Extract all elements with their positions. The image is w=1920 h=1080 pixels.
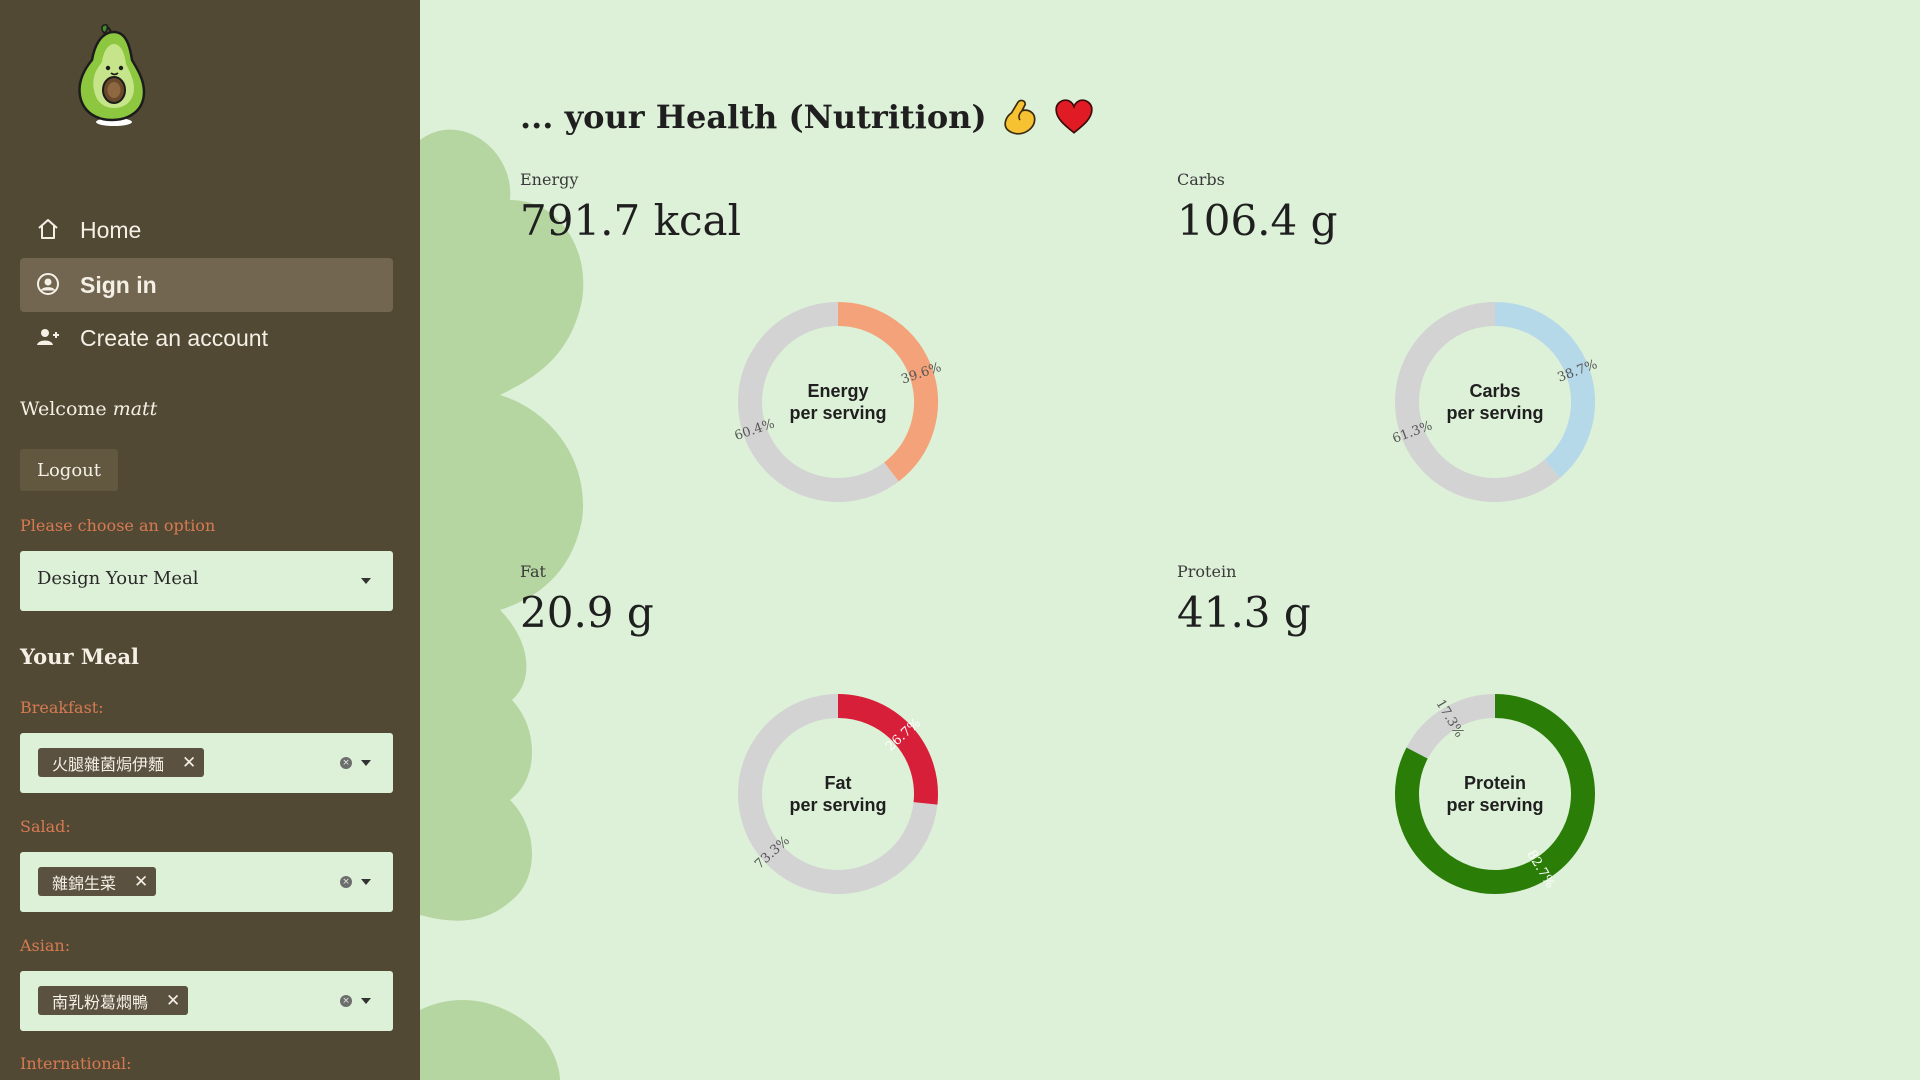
donut-center-title: Energy [807, 381, 869, 401]
donut-center-subtitle: per serving [1446, 403, 1544, 423]
remove-chip-icon[interactable]: ✕ [182, 753, 196, 773]
protein-donut-chart: 82.7% 17.3% Protein per serving [1390, 689, 1600, 899]
breakfast-multiselect[interactable]: 火腿雜菌焗伊麵 ✕ × [20, 733, 393, 793]
mode-select-value: Design Your Meal [37, 568, 199, 589]
donut-center-title: Protein [1463, 773, 1526, 793]
user-plus-icon [36, 325, 62, 351]
fat-value: 20.9 g [520, 588, 654, 637]
user-circle-icon [36, 272, 62, 298]
chevron-down-icon[interactable] [361, 760, 371, 766]
protein-value: 41.3 g [1177, 588, 1311, 637]
carbs-label: Carbs [1177, 170, 1225, 189]
donut-center-label: Energy per serving [733, 297, 943, 507]
chip-label: 雜錦生菜 [52, 873, 117, 893]
chevron-down-icon[interactable] [361, 578, 371, 584]
remove-chip-icon[interactable]: ✕ [166, 991, 180, 1011]
page-title-text: ... your Health (Nutrition) [520, 98, 987, 136]
clear-icon[interactable]: × [340, 995, 352, 1007]
home-icon [36, 217, 62, 243]
donut-center-title: Carbs [1469, 381, 1521, 401]
salad-multiselect[interactable]: 雜錦生菜 ✕ × [20, 852, 393, 912]
selected-item-chip: 火腿雜菌焗伊麵 ✕ [38, 748, 205, 777]
chip-label: 火腿雜菌焗伊麵 [52, 754, 165, 774]
donut-center-subtitle: per serving [1446, 795, 1544, 815]
sidebar-item-label: Create an account [80, 324, 268, 351]
sidebar-item-create-account[interactable]: Create an account [20, 311, 393, 365]
sidebar-item-label: Sign in [80, 271, 157, 298]
protein-label: Protein [1177, 562, 1237, 581]
energy-donut-chart: 39.6% 60.4% Energy per serving [733, 297, 943, 507]
flexed-biceps-icon [999, 96, 1041, 138]
username: matt [112, 398, 158, 420]
clear-icon[interactable]: × [340, 876, 352, 888]
fat-label: Fat [520, 562, 546, 581]
remove-chip-icon[interactable]: ✕ [134, 872, 148, 892]
welcome-message: Welcome matt [20, 398, 157, 420]
fat-donut-chart: 26.7% 73.3% Fat per serving [733, 689, 943, 899]
your-meal-heading: Your Meal [20, 644, 140, 669]
international-label: International: [20, 1054, 132, 1073]
mode-select[interactable]: Design Your Meal [20, 551, 393, 611]
sidebar: Home Sign in Create an account Welcome m… [0, 0, 420, 1080]
background-blob-decoration [420, 129, 584, 1080]
chip-label: 南乳粉葛燜鴨 [52, 992, 149, 1012]
carbs-donut-chart: 38.7% 61.3% Carbs per serving [1390, 297, 1600, 507]
selected-item-chip: 南乳粉葛燜鴨 ✕ [38, 986, 189, 1015]
donut-center-label: Fat per serving [733, 689, 943, 899]
donut-center-subtitle: per serving [789, 403, 887, 423]
donut-center-title: Fat [824, 773, 852, 793]
asian-label: Asian: [20, 936, 71, 955]
selected-item-chip: 雜錦生菜 ✕ [38, 867, 157, 896]
clear-icon[interactable]: × [340, 757, 352, 769]
chevron-down-icon[interactable] [361, 998, 371, 1004]
energy-label: Energy [520, 170, 579, 189]
logout-button[interactable]: Logout [20, 449, 118, 491]
chevron-down-icon[interactable] [361, 879, 371, 885]
red-heart-icon [1053, 96, 1095, 138]
sidebar-item-sign-in[interactable]: Sign in [20, 258, 393, 312]
donut-center-label: Protein per serving [1390, 689, 1600, 899]
asian-multiselect[interactable]: 南乳粉葛燜鴨 ✕ × [20, 971, 393, 1031]
page-title: ... your Health (Nutrition) [520, 96, 1095, 138]
sidebar-item-home[interactable]: Home [20, 203, 393, 257]
welcome-prefix: Welcome [20, 398, 113, 420]
breakfast-label: Breakfast: [20, 698, 104, 717]
avocado-logo [78, 24, 146, 126]
salad-label: Salad: [20, 817, 71, 836]
donut-center-subtitle: per serving [789, 795, 887, 815]
energy-value: 791.7 kcal [520, 196, 742, 245]
donut-center-label: Carbs per serving [1390, 297, 1600, 507]
carbs-value: 106.4 g [1177, 196, 1338, 245]
choose-option-label: Please choose an option [20, 516, 216, 535]
sidebar-item-label: Home [80, 216, 142, 243]
